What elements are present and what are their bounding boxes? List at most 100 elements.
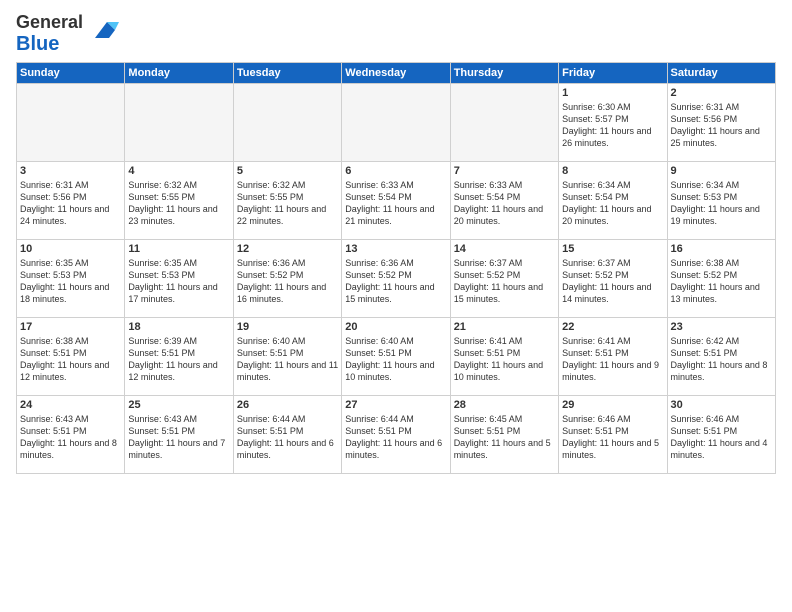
day-cell: 27Sunrise: 6:44 AM Sunset: 5:51 PM Dayli…	[342, 396, 450, 474]
day-info: Sunrise: 6:37 AM Sunset: 5:52 PM Dayligh…	[562, 257, 663, 306]
day-info: Sunrise: 6:42 AM Sunset: 5:51 PM Dayligh…	[671, 335, 772, 384]
day-cell: 21 Sunrise: 6:41 AM Sunset: 5:51 PM Dayli…	[450, 318, 558, 396]
day-cell: 13 Sunrise: 6:36 AM Sunset: 5:52 PM Dayli…	[342, 240, 450, 318]
day-number: 14	[454, 243, 555, 255]
day-cell: 14 Sunrise: 6:37 AM Sunset: 5:52 PM Dayli…	[450, 240, 558, 318]
week-row-5: 24 Sunrise: 6:43 AM Sunset: 5:51 PM Dayli…	[17, 396, 776, 474]
day-cell: 28Sunrise: 6:45 AM Sunset: 5:51 PM Dayli…	[450, 396, 558, 474]
day-cell	[342, 84, 450, 162]
day-number: 8	[562, 165, 663, 177]
day-info: Sunrise: 6:33 AM Sunset: 5:54 PM Dayligh…	[454, 179, 555, 228]
day-cell: 25 Sunrise: 6:43 AM Sunset: 5:51 PM Dayli…	[125, 396, 233, 474]
day-number: 21	[454, 321, 555, 333]
day-number: 13	[345, 243, 446, 255]
day-number: 10	[20, 243, 121, 255]
day-cell: 2Sunrise: 6:31 AM Sunset: 5:56 PM Daylig…	[667, 84, 775, 162]
week-row-3: 10 Sunrise: 6:35 AM Sunset: 5:53 PM Dayli…	[17, 240, 776, 318]
day-number: 17	[20, 321, 121, 333]
day-info: Sunrise: 6:41 AM Sunset: 5:51 PM Dayligh…	[562, 335, 663, 384]
day-info: Sunrise: 6:36 AM Sunset: 5:52 PM Dayligh…	[345, 257, 446, 306]
day-info: Sunrise: 6:35 AM Sunset: 5:53 PM Dayligh…	[128, 257, 229, 306]
col-header-wednesday: Wednesday	[342, 63, 450, 84]
day-number: 20	[345, 321, 446, 333]
day-number: 11	[128, 243, 229, 255]
col-header-sunday: Sunday	[17, 63, 125, 84]
day-cell: 26 Sunrise: 6:44 AM Sunset: 5:51 PM Dayli…	[233, 396, 341, 474]
day-number: 25	[128, 399, 229, 411]
day-cell	[125, 84, 233, 162]
col-header-saturday: Saturday	[667, 63, 775, 84]
day-info: Sunrise: 6:33 AM Sunset: 5:54 PM Dayligh…	[345, 179, 446, 228]
day-info: Sunrise: 6:39 AM Sunset: 5:51 PM Dayligh…	[128, 335, 229, 384]
day-cell: 9 Sunrise: 6:34 AM Sunset: 5:53 PM Daylig…	[667, 162, 775, 240]
day-info: Sunrise: 6:40 AM Sunset: 5:51 PM Dayligh…	[345, 335, 446, 384]
day-cell: 17Sunrise: 6:38 AM Sunset: 5:51 PM Dayli…	[17, 318, 125, 396]
day-cell: 16 Sunrise: 6:38 AM Sunset: 5:52 PM Dayli…	[667, 240, 775, 318]
day-number: 24	[20, 399, 121, 411]
day-number: 19	[237, 321, 338, 333]
day-cell: 18 Sunrise: 6:39 AM Sunset: 5:51 PM Dayli…	[125, 318, 233, 396]
day-info: Sunrise: 6:34 AM Sunset: 5:53 PM Dayligh…	[671, 179, 772, 228]
day-cell: 1Sunrise: 6:30 AM Sunset: 5:57 PM Daylig…	[559, 84, 667, 162]
day-cell: 23 Sunrise: 6:42 AM Sunset: 5:51 PM Dayli…	[667, 318, 775, 396]
day-info: Sunrise: 6:36 AM Sunset: 5:52 PM Dayligh…	[237, 257, 338, 306]
day-cell: 29 Sunrise: 6:46 AM Sunset: 5:51 PM Dayli…	[559, 396, 667, 474]
day-cell: 5Sunrise: 6:32 AM Sunset: 5:55 PM Daylig…	[233, 162, 341, 240]
week-row-1: 1Sunrise: 6:30 AM Sunset: 5:57 PM Daylig…	[17, 84, 776, 162]
day-cell: 30 Sunrise: 6:46 AM Sunset: 5:51 PM Dayli…	[667, 396, 775, 474]
day-info: Sunrise: 6:37 AM Sunset: 5:52 PM Dayligh…	[454, 257, 555, 306]
calendar-page: General Blue SundayMondayTuesdayWednesda…	[0, 0, 792, 612]
day-number: 1	[562, 87, 663, 99]
day-cell: 22Sunrise: 6:41 AM Sunset: 5:51 PM Dayli…	[559, 318, 667, 396]
day-cell: 19 Sunrise: 6:40 AM Sunset: 5:51 PM Dayli…	[233, 318, 341, 396]
col-header-friday: Friday	[559, 63, 667, 84]
day-number: 18	[128, 321, 229, 333]
day-info: Sunrise: 6:34 AM Sunset: 5:54 PM Dayligh…	[562, 179, 663, 228]
day-cell: 7Sunrise: 6:33 AM Sunset: 5:54 PM Daylig…	[450, 162, 558, 240]
day-info: Sunrise: 6:40 AM Sunset: 5:51 PM Dayligh…	[237, 335, 338, 384]
day-cell: 15 Sunrise: 6:37 AM Sunset: 5:52 PM Dayli…	[559, 240, 667, 318]
day-info: Sunrise: 6:44 AM Sunset: 5:51 PM Dayligh…	[345, 413, 446, 462]
day-info: Sunrise: 6:43 AM Sunset: 5:51 PM Dayligh…	[20, 413, 121, 462]
day-cell: 11 Sunrise: 6:35 AM Sunset: 5:53 PM Dayli…	[125, 240, 233, 318]
calendar-table: SundayMondayTuesdayWednesdayThursdayFrid…	[16, 62, 776, 474]
day-info: Sunrise: 6:43 AM Sunset: 5:51 PM Dayligh…	[128, 413, 229, 462]
day-cell	[17, 84, 125, 162]
day-number: 5	[237, 165, 338, 177]
day-cell	[450, 84, 558, 162]
day-info: Sunrise: 6:46 AM Sunset: 5:51 PM Dayligh…	[562, 413, 663, 462]
day-info: Sunrise: 6:31 AM Sunset: 5:56 PM Dayligh…	[671, 101, 772, 150]
day-info: Sunrise: 6:31 AM Sunset: 5:56 PM Dayligh…	[20, 179, 121, 228]
day-info: Sunrise: 6:44 AM Sunset: 5:51 PM Dayligh…	[237, 413, 338, 462]
week-row-4: 17Sunrise: 6:38 AM Sunset: 5:51 PM Dayli…	[17, 318, 776, 396]
day-info: Sunrise: 6:46 AM Sunset: 5:51 PM Dayligh…	[671, 413, 772, 462]
day-cell: 12Sunrise: 6:36 AM Sunset: 5:52 PM Dayli…	[233, 240, 341, 318]
day-cell: 20 Sunrise: 6:40 AM Sunset: 5:51 PM Dayli…	[342, 318, 450, 396]
day-info: Sunrise: 6:45 AM Sunset: 5:51 PM Dayligh…	[454, 413, 555, 462]
header: General Blue	[16, 12, 776, 56]
day-number: 26	[237, 399, 338, 411]
logo: General Blue	[16, 12, 119, 56]
day-number: 23	[671, 321, 772, 333]
day-info: Sunrise: 6:32 AM Sunset: 5:55 PM Dayligh…	[128, 179, 229, 228]
day-number: 3	[20, 165, 121, 177]
header-row: SundayMondayTuesdayWednesdayThursdayFrid…	[17, 63, 776, 84]
day-cell: 4 Sunrise: 6:32 AM Sunset: 5:55 PM Daylig…	[125, 162, 233, 240]
week-row-2: 3 Sunrise: 6:31 AM Sunset: 5:56 PM Daylig…	[17, 162, 776, 240]
day-info: Sunrise: 6:41 AM Sunset: 5:51 PM Dayligh…	[454, 335, 555, 384]
logo-icon	[87, 14, 119, 46]
day-number: 15	[562, 243, 663, 255]
day-info: Sunrise: 6:38 AM Sunset: 5:52 PM Dayligh…	[671, 257, 772, 306]
day-number: 16	[671, 243, 772, 255]
day-number: 29	[562, 399, 663, 411]
logo-text: General Blue	[16, 12, 83, 56]
day-number: 4	[128, 165, 229, 177]
day-number: 30	[671, 399, 772, 411]
col-header-monday: Monday	[125, 63, 233, 84]
day-cell: 3 Sunrise: 6:31 AM Sunset: 5:56 PM Daylig…	[17, 162, 125, 240]
col-header-thursday: Thursday	[450, 63, 558, 84]
day-number: 9	[671, 165, 772, 177]
day-cell: 24 Sunrise: 6:43 AM Sunset: 5:51 PM Dayli…	[17, 396, 125, 474]
day-info: Sunrise: 6:35 AM Sunset: 5:53 PM Dayligh…	[20, 257, 121, 306]
day-cell	[233, 84, 341, 162]
